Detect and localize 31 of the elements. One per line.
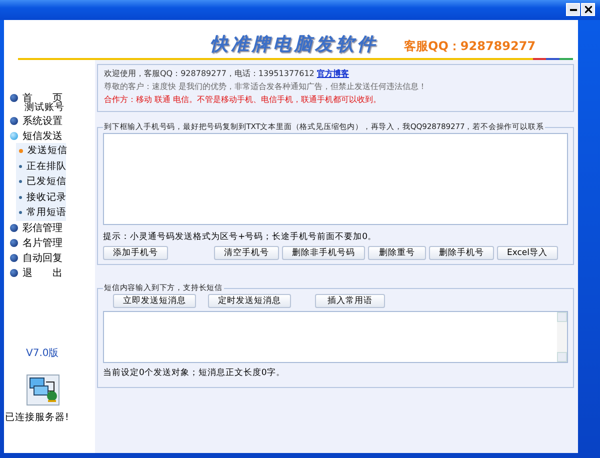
connection-status: 已连接服务器! (5, 411, 69, 424)
nav-subitem[interactable]: 正在排队 (16, 158, 66, 174)
message-field[interactable] (103, 311, 568, 363)
action-button[interactable]: 清空手机号 (214, 246, 279, 260)
nav-subitem[interactable]: 接收记录 (16, 190, 66, 205)
action-button[interactable]: 立即发送短消息 (113, 294, 196, 308)
action-button[interactable]: 删除手机号 (429, 246, 494, 260)
contact-text: 客服QQ：928789277 (404, 38, 536, 55)
action-button[interactable]: 删除重号 (368, 246, 426, 260)
nav-subitem[interactable]: 常用短语 (16, 205, 66, 220)
close-icon[interactable] (581, 3, 595, 16)
network-server-icon (26, 374, 60, 406)
nav-item[interactable]: 测试账号 (10, 102, 98, 113)
app-title: 快准牌电脑发软件 (210, 33, 378, 56)
phone-numbers-field[interactable] (103, 133, 568, 225)
nav-subitem[interactable]: 已发短信 (16, 174, 66, 190)
action-button[interactable]: Excel导入 (497, 246, 558, 260)
action-button[interactable]: 定时发送短消息 (208, 294, 291, 308)
action-button[interactable]: 添加手机号 (103, 246, 168, 260)
status-text: 当前设定0个发送对象；短消息正文长度0字。 (103, 367, 286, 379)
nav-subitem[interactable]: 发送短信 (16, 143, 66, 158)
action-button[interactable]: 删除非手机号码 (282, 246, 365, 260)
version-label: V7.0版 (26, 347, 59, 360)
blog-link[interactable]: 官方博客 (316, 69, 349, 78)
scrollbar[interactable] (557, 312, 567, 362)
format-hint: 提示：小灵通号码发送格式为区号+号码；长途手机号前面不要加0。 (103, 231, 378, 243)
partner-notice: 合作方：移动 联通 电信。不管是移动手机、电信手机，联通手机都可以收到。 (104, 94, 382, 106)
action-button[interactable]: 插入常用语 (315, 294, 385, 308)
minimize-icon[interactable] (566, 3, 580, 16)
welcome-text: 欢迎使用，客服QQ：928789277，电话：13951377612 官方博客 (104, 68, 350, 80)
customer-notice: 尊敬的客户：速度快 是我们的优势，非常适合发各种通知广告，但禁止发送任何违法信息！ (104, 81, 428, 93)
